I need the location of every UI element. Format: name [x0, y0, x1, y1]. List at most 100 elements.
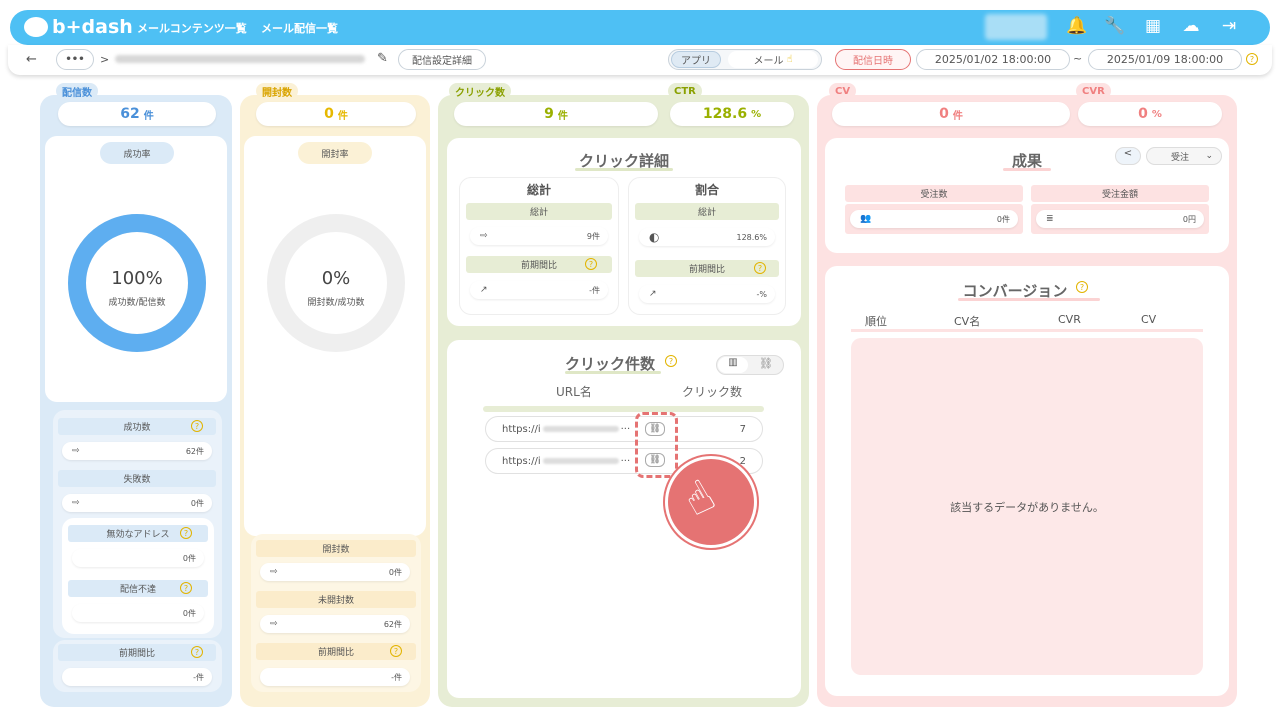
success-help-icon[interactable]: ? [191, 420, 203, 432]
url-row-2-ellipsis: ··· [620, 455, 631, 467]
open-count-value: 0 [324, 106, 334, 122]
click-count-help-icon[interactable]: ? [665, 355, 677, 367]
url-row-1[interactable]: https://i ··· 7 [485, 416, 763, 442]
pointing-hand-icon: ☝ [675, 469, 724, 528]
ratio-value: ◐ 128.6% [639, 228, 775, 246]
click-count: 9件 [454, 102, 658, 126]
url-row-2-clicks: 2 [739, 455, 746, 467]
open-prev-help-icon[interactable]: ? [390, 645, 402, 657]
url-row-1-clicks: 7 [739, 423, 746, 435]
open-rate-label: 開封率 [298, 142, 372, 164]
unopened-count-text: 62件 [383, 619, 402, 629]
delivery-count-unit: 件 [143, 110, 154, 122]
help-icon[interactable]: ? [1246, 53, 1258, 65]
wrench-icon[interactable]: 🔧 [1104, 16, 1126, 36]
undeliverable-value: 0件 [72, 604, 204, 622]
bar-chart-icon[interactable]: ▥ [718, 357, 748, 373]
delivery-date-label[interactable]: 配信日時 [835, 49, 911, 70]
click-tab: クリック数 [449, 83, 511, 99]
ratio-prev-value: ↗ -% [639, 285, 775, 303]
trend-icon: ↗ [480, 285, 488, 295]
click-count-value: 9 [544, 106, 554, 122]
share-icon[interactable]: < [1115, 147, 1141, 165]
success-donut-value: 100% [111, 268, 163, 289]
delivery-settings-detail-button[interactable]: 配信設定詳細 [398, 49, 486, 70]
cvr-value-unit: % [1151, 108, 1162, 120]
ctr-value-number: 128.6 [702, 106, 748, 122]
back-arrow-icon[interactable]: ← [26, 52, 37, 67]
orders-label: 受注数 [845, 185, 1023, 202]
result-select[interactable]: 受注 ⌄ [1146, 147, 1222, 165]
opened-count-label: 開封数 [256, 540, 416, 557]
logo[interactable]: b+dash [24, 14, 133, 40]
ratio-prev-help-icon[interactable]: ? [754, 262, 766, 274]
total-value: ⇨ 9件 [470, 227, 608, 245]
fail-count-text: 0件 [190, 498, 204, 508]
trend-icon: ↗ [649, 289, 657, 299]
click-count-unit: 件 [557, 110, 568, 122]
table-header-divider [483, 406, 764, 412]
success-count-text: 62件 [185, 446, 204, 456]
cv-count: 0件 [832, 102, 1070, 126]
ratio-total-label: 総計 [635, 203, 779, 220]
conversion-header-divider [851, 329, 1203, 332]
edit-pencil-icon[interactable]: ✎ [377, 51, 388, 66]
bell-icon[interactable]: 🔔 [1066, 16, 1088, 36]
url-row-2-blurred [542, 458, 619, 464]
delivery-prev-value: -件 [62, 668, 212, 686]
clicks-column-header: クリック数 [682, 385, 743, 399]
start-date-field[interactable]: 2025/01/02 18:00:00 [916, 49, 1070, 70]
open-prev-value: -件 [260, 668, 410, 686]
opened-count-text: 0件 [388, 567, 402, 577]
door-icon: ⇨ [270, 619, 278, 629]
chat-icon[interactable]: ☁ [1180, 16, 1202, 36]
click-prev-text: -件 [589, 285, 600, 295]
grid-icon[interactable]: ▦ [1142, 16, 1164, 36]
open-count-unit: 件 [337, 110, 348, 122]
click-detail-underline [575, 168, 673, 171]
url-row-2-url: https://i [502, 455, 541, 467]
invalid-address-value: 0件 [72, 549, 204, 567]
cvr-value: 0% [1078, 102, 1222, 126]
blurred-user-info [985, 14, 1047, 40]
channel-mail-tab[interactable]: メール ☝ [728, 51, 818, 68]
open-donut-caption: 開封数/成功数 [307, 298, 365, 308]
door-icon: ⇨ [480, 231, 488, 241]
success-count-value: ⇨ 62件 [62, 442, 212, 460]
fail-count-label: 失敗数 [58, 470, 216, 487]
ctr-tab: CTR [668, 83, 702, 99]
click-prev-value: ↗ -件 [470, 281, 608, 299]
pie-icon: ◐ [649, 230, 660, 244]
breadcrumb-more-button[interactable]: ••• [56, 49, 94, 70]
amount-label: 受注金額 [1031, 185, 1209, 202]
hand-icon: ☝ [786, 54, 793, 65]
open-tab: 開封数 [256, 83, 298, 99]
end-date-field[interactable]: 2025/01/09 18:00:00 [1088, 49, 1242, 70]
ratio-card-title: 割合 [694, 183, 719, 197]
cvr-value-number: 0 [1138, 106, 1148, 122]
undeliverable-help-icon[interactable]: ? [180, 582, 192, 594]
link-view-icon[interactable]: ⛓ [752, 357, 780, 373]
amount-value: ≣ 0円 [1036, 210, 1204, 228]
door-icon: ⇨ [270, 567, 278, 577]
logo-bubble-icon [24, 17, 48, 37]
cv-count-value: 0 [939, 106, 949, 122]
cv-count-unit: 件 [952, 110, 963, 122]
delivery-prev-help-icon[interactable]: ? [191, 646, 203, 658]
click-prev-help-icon[interactable]: ? [585, 258, 597, 270]
conversion-underline [958, 298, 1100, 301]
nav-mail-delivery[interactable]: メール配信一覧 [261, 20, 338, 36]
success-donut-caption: 成功数/配信数 [108, 298, 166, 308]
empty-data-message: 該当するデータがありません。 [851, 338, 1203, 675]
nav-mail-contents[interactable]: メールコンテンツ一覧 [137, 20, 247, 36]
orders-value-text: 0件 [996, 214, 1010, 224]
fail-count-value: ⇨ 0件 [62, 494, 212, 512]
channel-app-tab[interactable]: アプリ [671, 51, 721, 68]
logout-icon[interactable]: ⇥ [1218, 16, 1240, 36]
delivery-tab: 配信数 [56, 83, 98, 99]
invalid-help-icon[interactable]: ? [180, 527, 192, 539]
conversion-help-icon[interactable]: ? [1076, 281, 1088, 293]
url-row-1-ellipsis: ··· [620, 423, 631, 435]
door-icon: ⇨ [72, 498, 80, 508]
url-column-header: URL名 [556, 385, 592, 399]
